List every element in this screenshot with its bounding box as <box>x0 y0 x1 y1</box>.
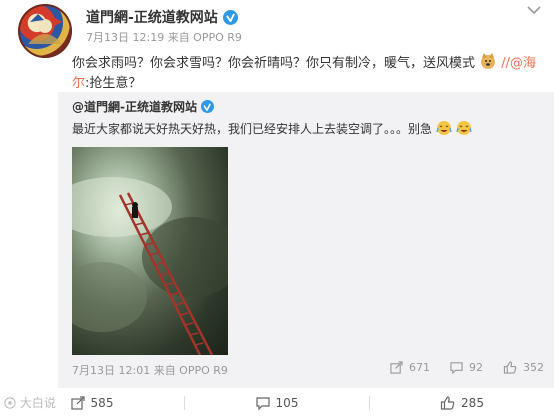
repost-like-count: 352 <box>523 361 544 374</box>
thumbs-up-icon <box>503 361 517 374</box>
comment-button[interactable]: 105 <box>185 396 369 410</box>
repost-comment-count: 92 <box>469 361 483 374</box>
repost-comment-button[interactable]: 92 <box>450 361 483 374</box>
post-text-main: 你会求雨吗？你会求雪吗？你会祈晴吗？你只有制冷，暖气，送风模式 <box>72 56 476 71</box>
watermark: 大白说 <box>4 394 56 411</box>
repost-header: @道門網-正统道教网站 <box>72 98 214 115</box>
laugh-cry-emoji-icon <box>455 121 472 135</box>
repost-meta: 7月13日 12:01 来自 OPPO R9 <box>72 364 228 377</box>
verified-icon <box>200 100 214 113</box>
watermark-text: 大白说 <box>19 396 56 410</box>
post-header: 道門網-正统道教网站 <box>86 8 238 26</box>
avatar[interactable] <box>18 4 72 58</box>
repost-username[interactable]: @道門網-正统道教网站 <box>72 98 197 115</box>
repost-actions: 671 92 352 <box>390 361 544 374</box>
post-text: 你会求雨吗？你会求雪吗？你会祈晴吗？你只有制冷，暖气，送风模式 //@海尔:抢生… <box>72 52 542 94</box>
repost-share-count: 671 <box>409 361 430 374</box>
thumbs-up-icon <box>440 396 455 410</box>
like-button[interactable]: 285 <box>370 396 554 410</box>
repost-text: 最近大家都说天好热天好热，我们已经安排人上去装空调了。。。别急 <box>72 120 472 137</box>
repost-card[interactable]: @道門網-正统道教网站 最近大家都说天好热天好热，我们已经安排人上去装空调了。。… <box>58 92 554 388</box>
like-count: 285 <box>461 396 484 410</box>
repost-text-main: 最近大家都说天好热天好热，我们已经安排人上去装空调了。。。别急 <box>72 122 433 136</box>
avatar-image <box>18 4 72 58</box>
share-count: 585 <box>90 396 114 410</box>
chevron-down-icon[interactable] <box>526 4 542 16</box>
laugh-cry-emoji-icon <box>436 121 452 135</box>
post-username[interactable]: 道門網-正统道教网站 <box>86 7 218 27</box>
verified-icon <box>222 9 238 25</box>
post-meta: 7月13日 12:19 来自 OPPO R9 <box>86 31 242 44</box>
repost-like-button[interactable]: 352 <box>503 361 544 374</box>
watermark-logo-icon <box>4 397 16 409</box>
repost-photo[interactable] <box>72 147 228 355</box>
doge-emoji-icon <box>481 53 496 69</box>
share-icon <box>390 361 403 374</box>
comment-icon <box>450 362 463 374</box>
repost-share-button[interactable]: 671 <box>390 361 430 374</box>
share-icon <box>70 396 85 410</box>
comment-icon <box>255 397 270 410</box>
bottom-action-bar: 585 105 285 <box>0 388 554 418</box>
comment-count: 105 <box>275 396 299 410</box>
ladder-to-sky-image <box>72 177 228 355</box>
post-text-tail: :抢生意？ <box>85 76 142 91</box>
